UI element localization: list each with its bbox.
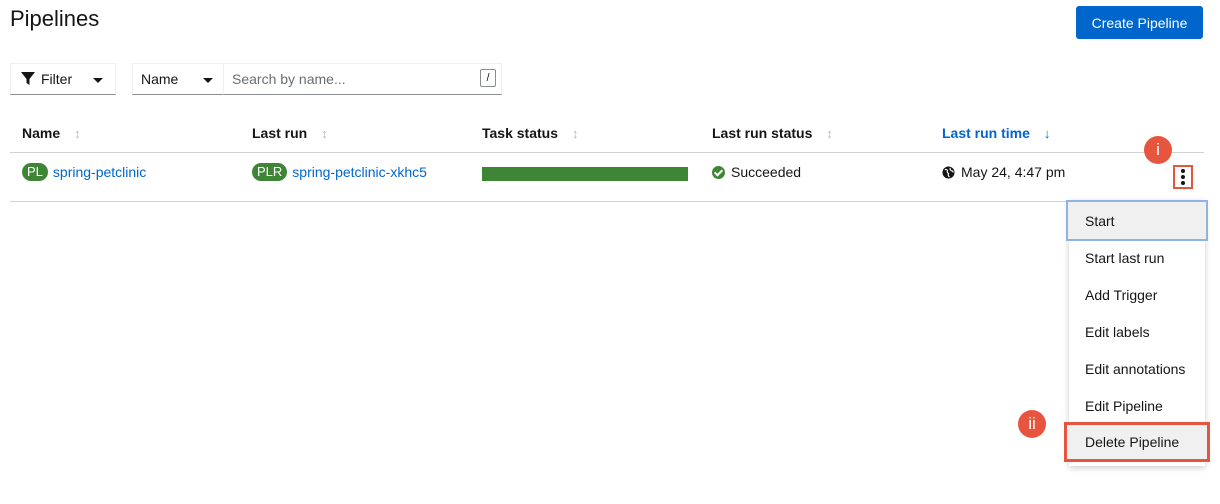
last-run-link[interactable]: spring-petclinic-xkhc5 xyxy=(292,164,427,180)
sort-icon: ↕ xyxy=(572,125,579,141)
menu-item-delete-pipeline[interactable]: Delete Pipeline xyxy=(1064,422,1210,462)
callout-marker-ii: ii xyxy=(1018,410,1046,438)
pipelines-table: Name ↕ Last run ↕ Task status ↕ Last run… xyxy=(10,113,1204,202)
kebab-menu-icon[interactable] xyxy=(1173,165,1193,189)
menu-item-edit-labels[interactable]: Edit labels xyxy=(1069,313,1205,350)
create-pipeline-button[interactable]: Create Pipeline xyxy=(1076,6,1203,39)
callout-marker-i: i xyxy=(1144,136,1172,164)
status-text: Succeeded xyxy=(731,164,802,180)
filter-label: Filter xyxy=(41,71,73,87)
keyboard-shortcut-hint: / xyxy=(480,69,496,87)
last-run-cell: PLR spring-petclinic-xkhc5 xyxy=(252,163,427,181)
last-run-status-cell: Succeeded xyxy=(712,163,801,181)
menu-item-start-last-run[interactable]: Start last run xyxy=(1069,239,1205,276)
caret-down-icon xyxy=(203,78,213,83)
sort-icon: ↕ xyxy=(826,125,833,141)
pipelinerun-badge: PLR xyxy=(252,163,288,181)
sort-icon: ↕ xyxy=(321,125,328,141)
search-input[interactable] xyxy=(223,63,502,95)
table-row: PL spring-petclinic PLR spring-petclinic… xyxy=(10,153,1204,202)
menu-item-edit-annotations[interactable]: Edit annotations xyxy=(1069,350,1205,387)
table-header: Name ↕ Last run ↕ Task status ↕ Last run… xyxy=(10,113,1204,153)
pipeline-badge: PL xyxy=(22,163,48,181)
pipeline-name-cell: PL spring-petclinic xyxy=(22,163,146,181)
task-status-bar xyxy=(482,167,688,181)
filter-dropdown[interactable]: Filter xyxy=(10,63,116,95)
name-select-label: Name xyxy=(141,71,179,87)
menu-item-edit-pipeline[interactable]: Edit Pipeline xyxy=(1069,387,1205,424)
actions-menu: Start Start last run Add Trigger Edit la… xyxy=(1064,200,1210,466)
menu-item-add-trigger[interactable]: Add Trigger xyxy=(1069,276,1205,313)
globe-icon xyxy=(942,165,955,179)
menu-item-start[interactable]: Start xyxy=(1066,200,1208,241)
name-select[interactable]: Name xyxy=(132,63,224,95)
column-header-name[interactable]: Name ↕ xyxy=(22,125,81,141)
column-header-last-run-time[interactable]: Last run time ↓ xyxy=(942,125,1050,141)
column-header-task-status[interactable]: Task status ↕ xyxy=(482,125,579,141)
filter-icon xyxy=(21,72,35,85)
caret-down-icon xyxy=(93,78,103,83)
sort-descending-icon: ↓ xyxy=(1043,125,1051,141)
pipeline-name-link[interactable]: spring-petclinic xyxy=(53,164,146,180)
last-run-time: May 24, 4:47 pm xyxy=(961,164,1066,180)
last-run-time-cell: May 24, 4:47 pm xyxy=(942,163,1065,181)
check-circle-icon xyxy=(712,165,725,179)
page-title: Pipelines xyxy=(10,6,100,31)
column-header-last-run[interactable]: Last run ↕ xyxy=(252,125,328,141)
sort-icon: ↕ xyxy=(74,125,81,141)
column-header-last-run-status[interactable]: Last run status ↕ xyxy=(712,125,833,141)
